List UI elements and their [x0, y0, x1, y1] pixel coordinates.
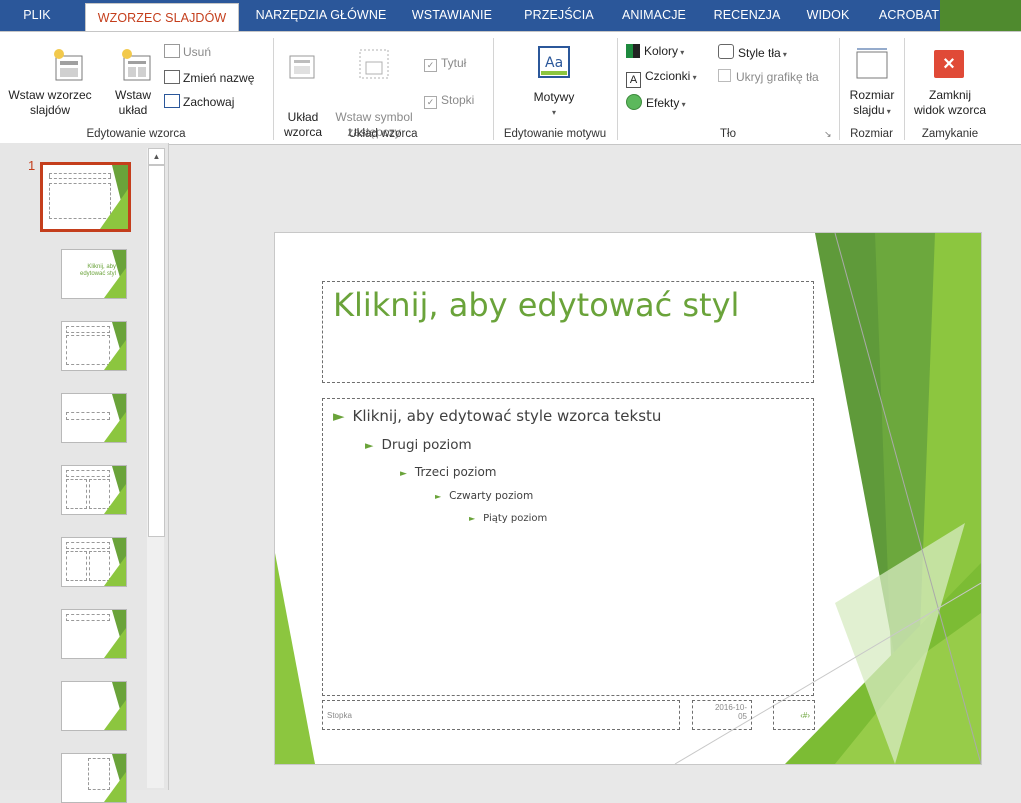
tab-acrobat[interactable]: ACROBAT [870, 0, 948, 31]
scrollbar-thumb[interactable] [148, 165, 165, 537]
tab-file[interactable]: PLIK [0, 0, 74, 31]
slide-title: Kliknij, aby edytować styl [333, 286, 740, 324]
slide-size-icon [856, 48, 888, 79]
checkbox-checked-icon: ✓ [424, 59, 437, 72]
bullet-arrow-icon: ► [435, 492, 442, 501]
checkbox-icon [718, 69, 731, 82]
text-level-3: ► Trzeci poziom [400, 465, 497, 479]
slide-size-button[interactable]: Rozmiar slajdu ▾ [842, 88, 902, 119]
insert-layout-button[interactable]: Wstaw układ [108, 88, 158, 118]
group-separator [617, 38, 618, 140]
thumbnail-layout[interactable] [61, 465, 127, 515]
themes-button[interactable]: Motywy ▾ [524, 90, 584, 120]
tab-review[interactable]: RECENZJA [708, 0, 786, 31]
tab-view[interactable]: WIDOK [795, 0, 861, 31]
group-label-size: Rozmiar [850, 128, 893, 140]
colors-dropdown[interactable]: Kolory ▾ [626, 44, 684, 60]
close-master-view-icon: × [934, 50, 964, 78]
delete-button[interactable]: Usuń [164, 44, 211, 60]
bullet-arrow-icon: ► [333, 407, 345, 425]
delete-icon [164, 44, 180, 58]
master-layout-icon [289, 55, 315, 79]
thumbnail-number: 1 [28, 158, 36, 173]
title-placeholder[interactable]: Kliknij, aby edytować styl [322, 281, 814, 383]
group-separator [839, 38, 840, 140]
slide-number-placeholder[interactable]: ‹#› [773, 700, 815, 730]
footers-checkbox[interactable]: ✓ Stopki [424, 93, 474, 109]
title-decoration [940, 0, 1021, 31]
rename-button[interactable]: Zmień nazwę [164, 70, 254, 86]
paint-bucket-icon [718, 44, 734, 59]
bullet-arrow-icon: ► [400, 469, 407, 479]
hide-background-checkbox[interactable]: Ukryj grafikę tła [718, 69, 819, 85]
effects-dropdown[interactable]: Efekty ▾ [626, 94, 686, 112]
fonts-dropdown[interactable]: A Czcionki ▾ [626, 69, 697, 88]
themes-icon: Aa [538, 46, 570, 78]
text-level-1: ► Kliknij, aby edytować style wzorca teks… [333, 407, 662, 425]
thumbnail-master-selected[interactable] [40, 162, 131, 232]
insert-slide-master-button[interactable]: Wstaw wzorzec slajdów [2, 88, 98, 118]
colors-icon [626, 44, 640, 58]
effects-icon [626, 94, 642, 110]
group-separator [273, 38, 274, 140]
title-checkbox[interactable]: ✓ Tytuł [424, 56, 466, 72]
text-level-5: ► Piąty poziom [469, 513, 548, 524]
tab-insert[interactable]: WSTAWIANIE [402, 0, 502, 31]
group-label-edit-theme: Edytowanie motywu [503, 128, 607, 140]
footer-text: Stopka [327, 711, 352, 720]
tab-transitions[interactable]: PRZEJŚCIA [513, 0, 605, 31]
thumbnail-layout[interactable] [61, 609, 127, 659]
background-styles-dropdown[interactable]: Style tła ▾ [718, 44, 787, 62]
preserve-button[interactable]: Zachowaj [164, 94, 234, 110]
tab-home[interactable]: NARZĘDZIA GŁÓWNE [249, 0, 393, 31]
preserve-icon [164, 94, 180, 108]
slide-number-text: ‹#› [800, 711, 810, 720]
group-separator [493, 38, 494, 140]
group-label-close: Zamykanie [921, 128, 979, 140]
fonts-icon: A [626, 72, 641, 88]
date-placeholder[interactable]: 2016-10-05 [692, 700, 752, 730]
thumbnail-layout[interactable] [61, 321, 127, 371]
thumbnail-layout[interactable] [61, 537, 127, 587]
insert-placeholder-icon [359, 49, 389, 79]
group-label-master-layout: Układ wzorca [348, 128, 418, 140]
bullet-arrow-icon: ► [469, 514, 476, 523]
ribbon: Wstaw wzorzec slajdów Wstaw układ Usuń Z… [0, 31, 1021, 145]
tab-animations[interactable]: ANIMACJE [611, 0, 697, 31]
checkbox-checked-icon: ✓ [424, 96, 437, 109]
tab-slide-master[interactable]: WZORZEC SLAJDÓW [85, 3, 239, 32]
thumbnail-green-shape [100, 189, 128, 229]
slide-master-canvas[interactable]: Kliknij, aby edytować styl ► Kliknij, aby… [275, 233, 981, 764]
thumbnail-layout[interactable] [61, 753, 127, 803]
thumbnail-layout[interactable]: Kliknij, aby edytować styl [61, 249, 127, 299]
bullet-arrow-icon: ► [365, 439, 374, 452]
rename-icon [164, 70, 180, 84]
thumbnail-layout[interactable] [61, 681, 127, 731]
thumbnail-title-placeholder [49, 173, 111, 179]
insert-layout-icon [122, 49, 151, 81]
thumbnail-layout[interactable] [61, 393, 127, 443]
text-level-2: ► Drugi poziom [365, 437, 472, 453]
scroll-up-arrow-icon[interactable]: ▲ [148, 148, 165, 165]
ribbon-tab-strip: PLIK WZORZEC SLAJDÓW NARZĘDZIA GŁÓWNE WS… [0, 0, 1021, 32]
group-label-edit-master: Edytowanie wzorca [86, 128, 186, 140]
dialog-launcher-icon[interactable]: ↘ [824, 129, 832, 140]
body-placeholder[interactable]: ► Kliknij, aby edytować style wzorca teks… [322, 398, 814, 696]
date-text: 2016-10-05 [714, 703, 747, 721]
text-level-4: ► Czwarty poziom [435, 490, 534, 502]
insert-slide-master-icon [54, 49, 83, 81]
close-master-view-button[interactable]: Zamknij widok wzorca [904, 88, 996, 118]
footer-placeholder[interactable]: Stopka [322, 700, 680, 730]
svg-text:Aa: Aa [545, 55, 563, 71]
group-label-background: Tło [720, 128, 736, 140]
